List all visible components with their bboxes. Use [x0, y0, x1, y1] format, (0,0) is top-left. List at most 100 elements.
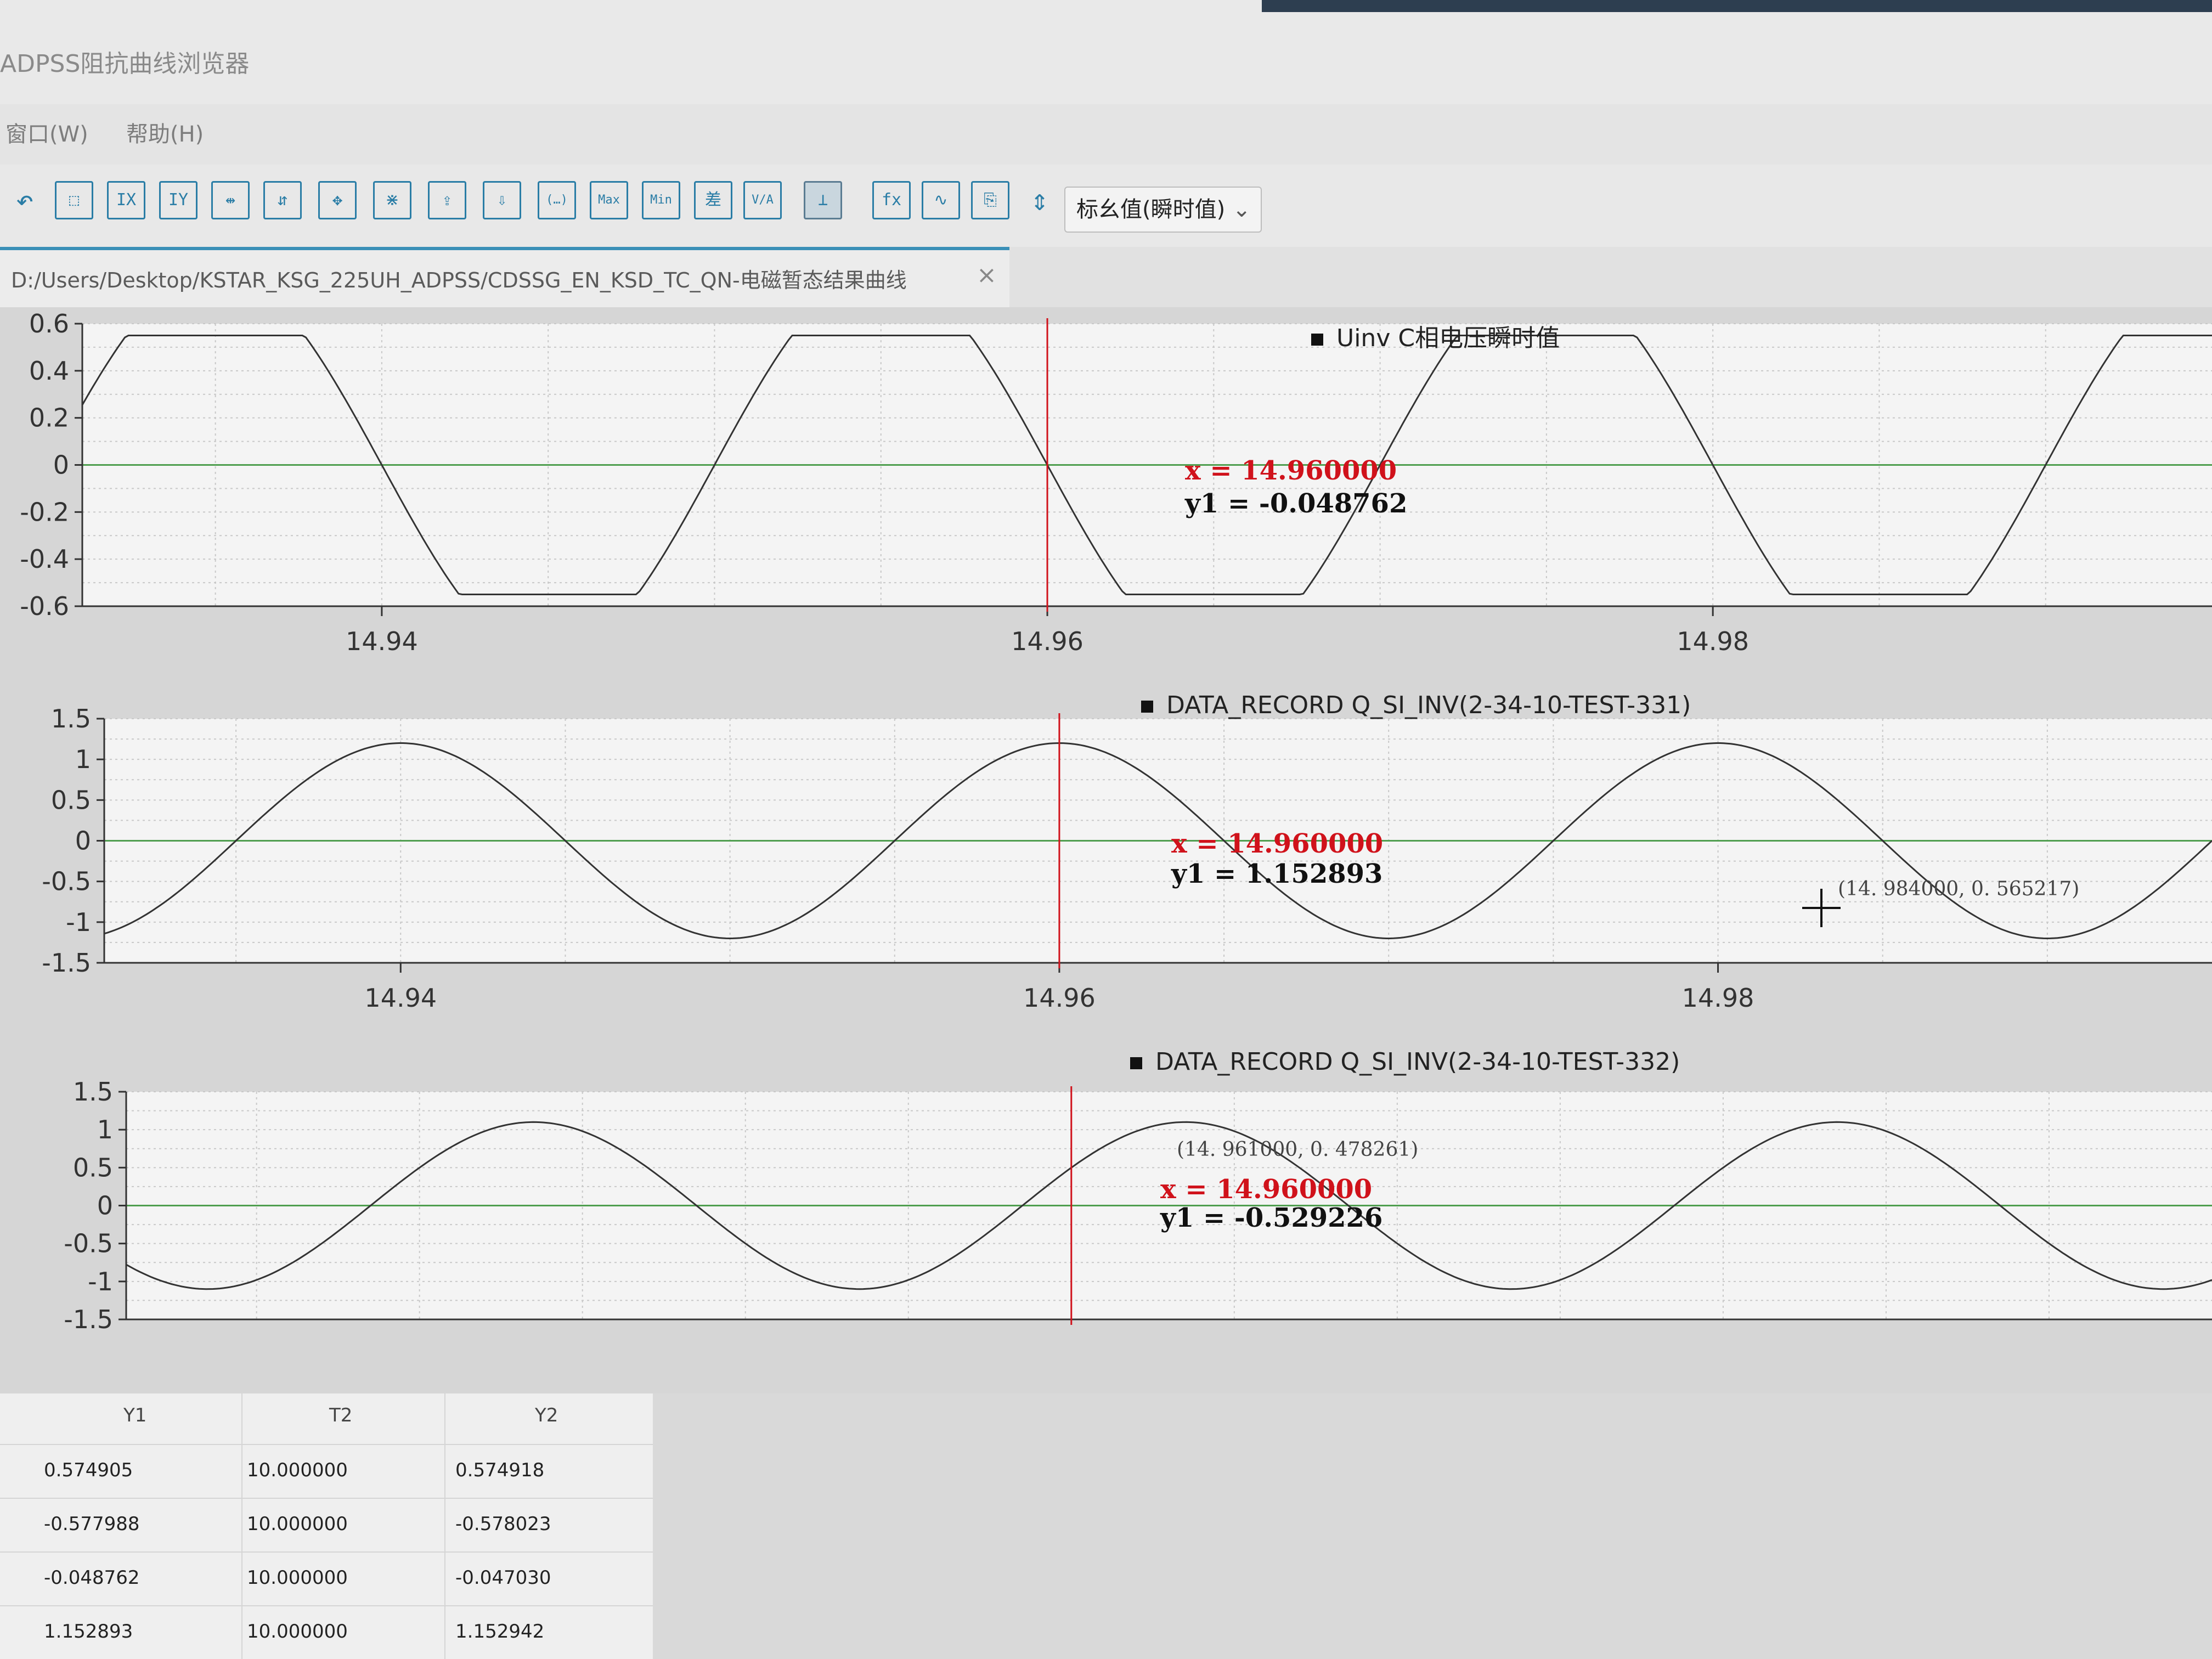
- table-header-t2: T2: [329, 1404, 353, 1426]
- sort-icon[interactable]: ⇕: [1020, 181, 1059, 219]
- zoom-x-icon[interactable]: IX: [107, 181, 145, 219]
- window-title: ADPSS阻抗曲线浏览器: [0, 50, 250, 78]
- bracket-icon[interactable]: (…): [538, 181, 576, 219]
- fx-icon[interactable]: fx: [872, 181, 911, 219]
- table-cell: 10.000000: [247, 1567, 348, 1589]
- zoom-y-icon[interactable]: IY: [159, 181, 198, 219]
- crosshair-cursor-icon: [1802, 889, 1841, 927]
- close-icon[interactable]: ×: [977, 261, 997, 289]
- y-tick-label: 0: [53, 450, 69, 480]
- y-tick-label: 0.2: [29, 403, 69, 433]
- probe-coordinate: (14. 961000, 0. 478261): [1177, 1138, 1419, 1161]
- y-tick-label: 0.6: [29, 309, 69, 338]
- zoom-box-icon[interactable]: ⬚: [55, 181, 93, 219]
- cursor-values-table: Y1 T2 Y2 0.574905 10.000000 0.574918 -0.577…: [0, 1393, 654, 1659]
- y-tick-label: -1.5: [64, 1305, 113, 1334]
- x-tick-label: 14.98: [1677, 627, 1749, 656]
- diff-icon[interactable]: 差: [694, 181, 732, 219]
- import-icon[interactable]: ⇩: [483, 181, 521, 219]
- cursor-x-readout: x = 14.960000: [1185, 455, 1397, 486]
- table-cell: -0.577988: [44, 1513, 140, 1535]
- table-cell: -0.048762: [44, 1567, 140, 1589]
- table-cell: 1.152893: [44, 1621, 133, 1643]
- menu-help[interactable]: 帮助(H): [126, 116, 204, 148]
- min-icon[interactable]: Min: [642, 181, 680, 219]
- menu-bar: 窗口(W) 帮助(H): [0, 104, 2212, 165]
- y-tick-label: -0.5: [42, 867, 91, 896]
- cursor-x-readout: x = 14.960000: [1171, 828, 1384, 859]
- export-icon[interactable]: ⇪: [428, 181, 466, 219]
- x-tick-label: 14.96: [1011, 627, 1084, 656]
- value-mode-select[interactable]: 标幺值(瞬时值) ⌄: [1064, 187, 1262, 233]
- split-icon[interactable]: ⋇: [373, 181, 411, 219]
- table-cell: 0.574905: [44, 1459, 133, 1481]
- table-divider: [444, 1393, 445, 1659]
- legend-marker: [1141, 701, 1153, 713]
- copy-icon[interactable]: ⎘: [971, 181, 1009, 219]
- plot-canvas-1[interactable]: 0.6 0.4 0.2 0 -0.2 -0.4 -0.6 14.94 14.96 14.98: [0, 307, 2212, 680]
- y-tick-label: -0.2: [20, 497, 69, 527]
- cursor-y-readout: y1 = -0.529226: [1160, 1203, 1383, 1233]
- marker-icon[interactable]: ⊥: [804, 181, 842, 219]
- wave-icon[interactable]: ∿: [922, 181, 960, 219]
- value-mode-label: 标幺值(瞬时值): [1076, 197, 1226, 222]
- table-cell: 10.000000: [247, 1513, 348, 1535]
- fit-all-icon[interactable]: ✥: [318, 181, 357, 219]
- undo-icon[interactable]: ↶: [5, 181, 44, 219]
- title-bar: ADPSS阻抗曲线浏览器: [0, 0, 2212, 104]
- y-tick-label: 0.5: [51, 785, 91, 815]
- y-tick-label: 0.4: [29, 356, 69, 386]
- document-tab-bar: D:/Users/Desktop/KSTAR_KSG_225UH_ADPSS/C…: [0, 247, 2212, 307]
- plot-panel-3[interactable]: 1.5 1 0.5 0 -0.5 -1 -1.5 DATA_RECORD Q_SI_INV(…: [0, 1031, 2212, 1393]
- x-tick-label: 14.94: [346, 627, 418, 656]
- table-header-y1: Y1: [123, 1404, 147, 1426]
- legend-marker: [1130, 1057, 1142, 1069]
- table-cell: 10.000000: [247, 1621, 348, 1643]
- y-tick-label: 1: [97, 1115, 113, 1144]
- plot-canvas-2[interactable]: 1.5 1 0.5 0 -0.5 -1 -1.5 14.94 14.96 14.98: [0, 680, 2212, 1031]
- fit-x-icon[interactable]: ⇹: [211, 181, 250, 219]
- y-tick-label: -1: [66, 907, 91, 937]
- plot-title-text: Uinv C相电压瞬时值: [1336, 324, 1560, 352]
- probe-coordinate: (14. 984000, 0. 565217): [1838, 878, 2080, 900]
- table-cell: 1.152942: [455, 1621, 545, 1643]
- table-row-divider: [0, 1498, 653, 1499]
- table-cell: 10.000000: [247, 1459, 348, 1481]
- title-bar-accent: [1262, 0, 2212, 12]
- max-icon[interactable]: Max: [590, 181, 628, 219]
- toolbar: ⇕ ⎘ ∿ fx ⊥ V/A 差 Min Max (…) ⇩ ⇪ ⋇ ✥ ⇵ ⇹ IY IX ⬚ ↶ 标幺值(瞬时值)…: [0, 165, 2212, 248]
- table-cell: 0.574918: [455, 1459, 545, 1481]
- plot-panel-1[interactable]: 0.6 0.4 0.2 0 -0.2 -0.4 -0.6 14.94 14.96 14.98 Ui…: [0, 307, 2212, 680]
- table-divider: [241, 1393, 242, 1659]
- menu-window[interactable]: 窗口(W): [5, 116, 88, 148]
- plot-panel-2[interactable]: 1.5 1 0.5 0 -0.5 -1 -1.5 14.94 14.96 14.98 DATA_R…: [0, 680, 2212, 1031]
- y-tick-label: 0: [97, 1191, 113, 1221]
- document-path: D:/Users/Desktop/KSTAR_KSG_225UH_ADPSS/C…: [11, 268, 907, 292]
- x-tick-label: 14.98: [1682, 983, 1754, 1013]
- table-cell: -0.047030: [455, 1567, 551, 1589]
- y-tick-label: 1: [75, 744, 91, 774]
- plot-canvas-3[interactable]: 1.5 1 0.5 0 -0.5 -1 -1.5: [0, 1031, 2212, 1393]
- document-tab[interactable]: D:/Users/Desktop/KSTAR_KSG_225UH_ADPSS/C…: [0, 247, 1009, 307]
- y-tick-label: 0.5: [73, 1153, 113, 1182]
- plot-title-text: DATA_RECORD Q_SI_INV(2-34-10-TEST-331): [1166, 691, 1691, 719]
- table-cell: -0.578023: [455, 1513, 551, 1535]
- table-row-divider: [0, 1444, 653, 1445]
- plot-title-text: DATA_RECORD Q_SI_INV(2-34-10-TEST-332): [1155, 1048, 1680, 1076]
- va-icon[interactable]: V/A: [743, 181, 782, 219]
- y-tick-label: 1.5: [51, 704, 91, 733]
- fit-y-icon[interactable]: ⇵: [263, 181, 302, 219]
- empty-panel: [653, 1393, 2212, 1659]
- y-tick-label: -0.4: [20, 544, 69, 574]
- y-tick-label: -0.5: [64, 1229, 113, 1259]
- plot-title-1: Uinv C相电压瞬时值: [1311, 318, 1560, 353]
- plot-title-2: DATA_RECORD Q_SI_INV(2-34-10-TEST-331): [1141, 691, 1691, 719]
- table-row-divider: [0, 1551, 653, 1553]
- cursor-x-readout: x = 14.960000: [1160, 1174, 1373, 1205]
- table-header-y2: Y2: [535, 1404, 558, 1426]
- y-tick-label: -1.5: [42, 948, 91, 978]
- y-tick-label: -0.6: [20, 591, 69, 621]
- x-tick-label: 14.94: [364, 983, 437, 1013]
- y-tick-label: 0: [75, 826, 91, 856]
- chevron-down-icon: ⌄: [1232, 197, 1251, 222]
